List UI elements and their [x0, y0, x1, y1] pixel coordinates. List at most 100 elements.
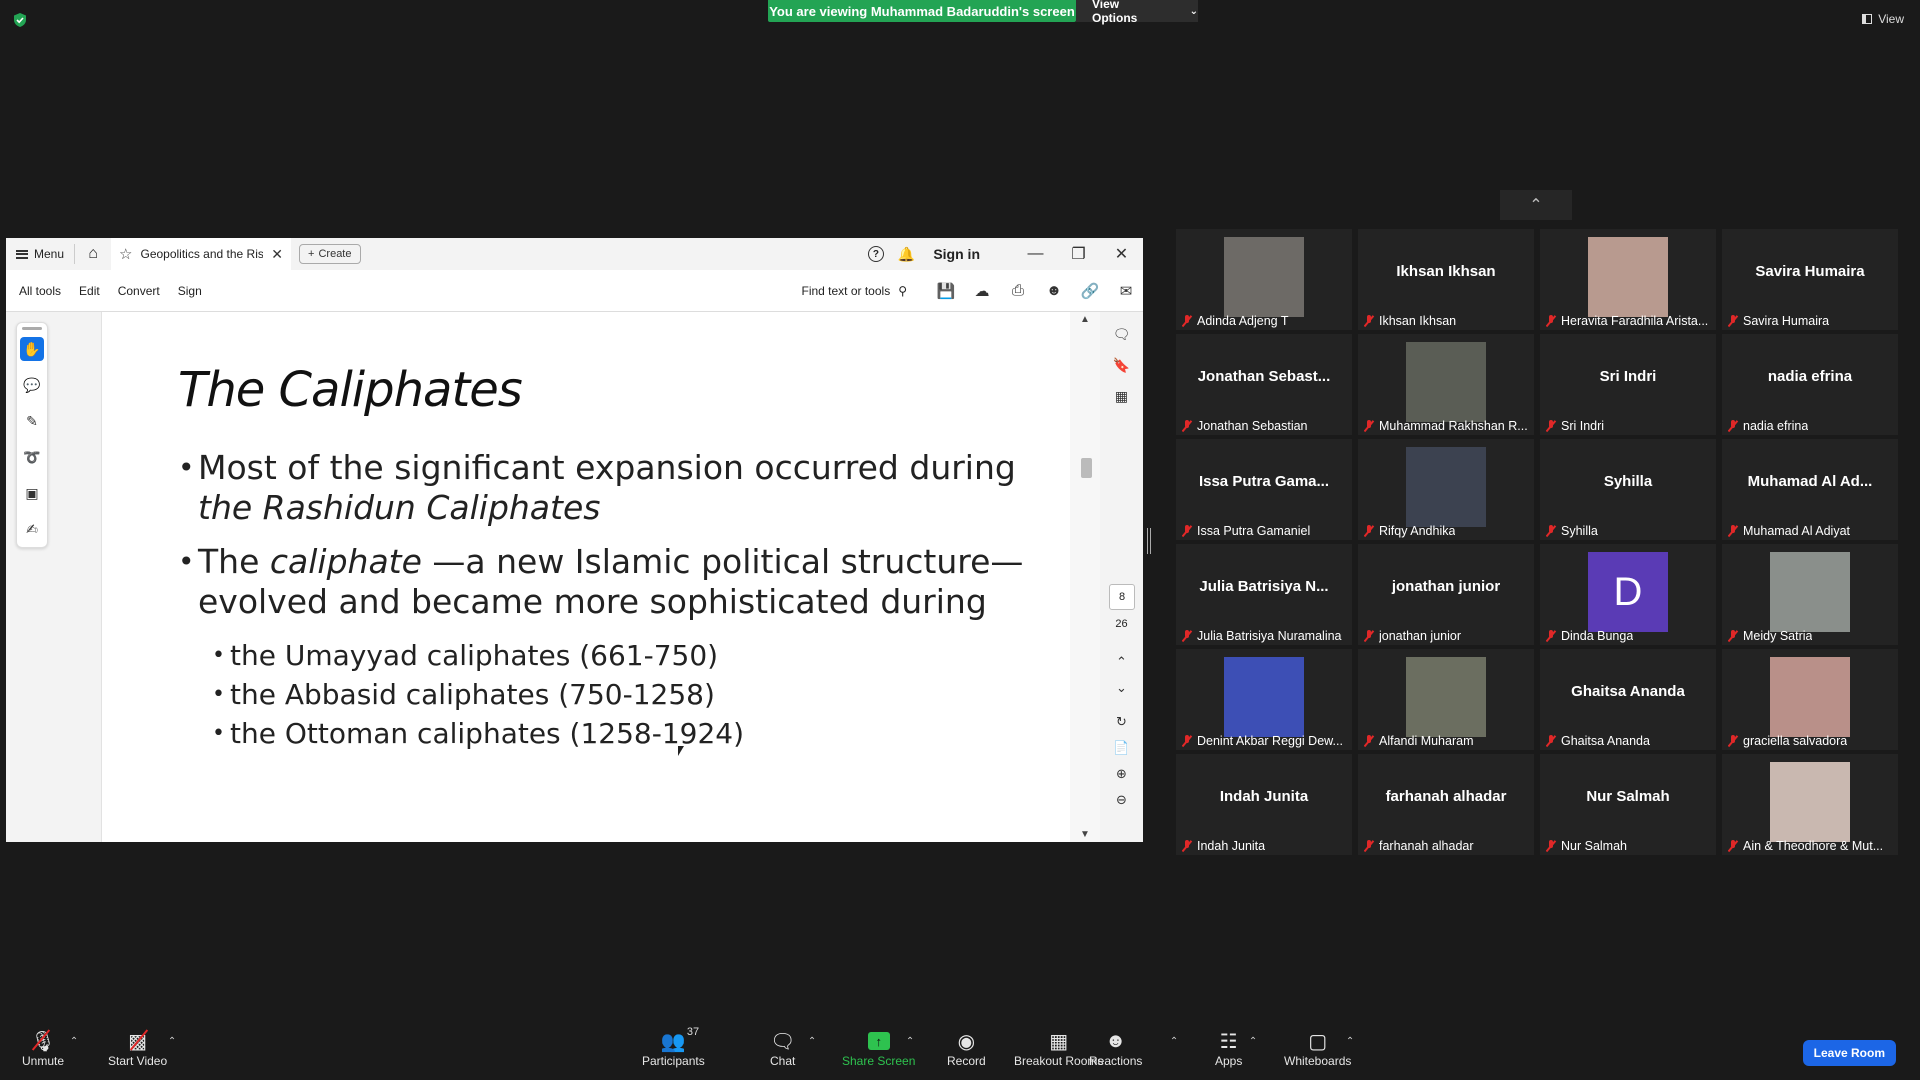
gallery-collapse-button[interactable]: ⌃: [1500, 190, 1572, 220]
apps-label: Apps: [1215, 1054, 1243, 1068]
find-tools-search[interactable]: Find text or tools ⚲: [801, 284, 907, 298]
next-page-icon[interactable]: ⌄: [1116, 680, 1127, 696]
participant-name: Muhammad Rakhshan R...: [1379, 419, 1528, 433]
acrobat-titlebar: Menu ⌂ ☆ Geopolitics and the Ris... ✕ + …: [6, 238, 1143, 270]
share-screen-label: Share Screen: [842, 1054, 916, 1068]
view-options-button[interactable]: View Options ⌄: [1076, 0, 1198, 25]
current-page-input[interactable]: 8: [1109, 584, 1135, 610]
thumbnails-grid-icon[interactable]: ▦: [1115, 388, 1128, 405]
view-label: View: [1878, 12, 1904, 26]
close-window-icon[interactable]: ✕: [1100, 244, 1143, 264]
participant-tile[interactable]: Nur Salmah Nur Salmah: [1540, 754, 1716, 855]
drag-handle[interactable]: [22, 327, 42, 330]
convert-menu[interactable]: Convert: [118, 284, 160, 298]
sign-in-button[interactable]: Sign in: [933, 246, 980, 262]
participant-tile[interactable]: Indah Junita Indah Junita: [1176, 754, 1352, 855]
participant-tile[interactable]: Jonathan Sebast... Jonathan Sebastian: [1176, 334, 1352, 435]
participant-tile[interactable]: Ikhsan Ikhsan Ikhsan Ikhsan: [1358, 229, 1534, 330]
unmute-button[interactable]: 🎙 Unmute: [22, 1028, 64, 1069]
video-off-icon: ▩: [128, 1028, 147, 1054]
share-screen-button[interactable]: ↑ Share Screen: [842, 1028, 915, 1068]
start-video-button[interactable]: ▩ Start Video: [108, 1028, 167, 1069]
lasso-draw-icon[interactable]: ➰: [20, 445, 44, 469]
participant-tile[interactable]: Rifqy Andhika: [1358, 439, 1534, 540]
participant-display-name: Ghaitsa Ananda: [1571, 683, 1685, 700]
share-person-icon[interactable]: ☻: [1045, 282, 1063, 300]
zoom-out-icon[interactable]: ⊖: [1116, 792, 1127, 808]
all-tools-menu[interactable]: All tools: [19, 284, 61, 298]
muted-mic-icon: [1182, 630, 1192, 642]
minimize-icon[interactable]: —: [1014, 245, 1057, 263]
participant-tile[interactable]: D Dinda Bunga: [1540, 544, 1716, 645]
add-comment-icon[interactable]: 💬: [20, 373, 44, 397]
participant-tile[interactable]: Savira Humaira Savira Humaira: [1722, 229, 1898, 330]
menu-button[interactable]: Menu: [6, 238, 74, 270]
participant-tile[interactable]: Julia Batrisiya N... Julia Batrisiya Nura…: [1176, 544, 1352, 645]
pdf-page[interactable]: The Caliphates Most of the significant e…: [102, 312, 1070, 842]
chat-button[interactable]: 🗨 Chat: [770, 1028, 796, 1069]
bookmark-icon[interactable]: 🔖: [1113, 357, 1130, 374]
vertical-scrollbar[interactable]: ▲ ▼: [1070, 312, 1100, 842]
page-document-icon[interactable]: 📄: [1113, 740, 1129, 756]
participant-tile[interactable]: farhanah alhadar farhanah alhadar: [1358, 754, 1534, 855]
comments-icon[interactable]: 🗨: [1113, 326, 1131, 343]
help-icon[interactable]: ?: [867, 246, 884, 262]
search-icon: ⚲: [898, 283, 907, 298]
muted-mic-icon: [1728, 630, 1738, 642]
hand-tool-icon[interactable]: ✋: [20, 337, 44, 361]
participant-tile[interactable]: Alfandi Muharam: [1358, 649, 1534, 750]
participant-name-label: Ain & Theodhore & Mut...: [1728, 839, 1894, 853]
email-icon[interactable]: ✉: [1117, 282, 1135, 300]
apps-button[interactable]: ☷ Apps: [1215, 1028, 1243, 1069]
save-icon[interactable]: 💾: [937, 282, 956, 300]
fill-sign-icon[interactable]: ✍: [20, 517, 44, 541]
cloud-upload-icon[interactable]: ☁: [973, 282, 991, 300]
participant-tile[interactable]: Adinda Adjeng T: [1176, 229, 1352, 330]
participant-tile[interactable]: Syhilla Syhilla: [1540, 439, 1716, 540]
record-button[interactable]: ◉ Record: [947, 1028, 986, 1069]
participant-display-name: jonathan junior: [1391, 578, 1501, 595]
previous-page-icon[interactable]: ⌃: [1116, 654, 1127, 670]
participant-tile[interactable]: jonathan junior jonathan junior: [1358, 544, 1534, 645]
highlight-pen-icon[interactable]: ✎: [20, 409, 44, 433]
scroll-down-icon[interactable]: ▼: [1080, 829, 1090, 840]
panel-splitter-handle[interactable]: [1147, 528, 1151, 554]
scroll-up-icon[interactable]: ▲: [1080, 314, 1090, 325]
text-select-icon[interactable]: ▣: [20, 481, 44, 505]
refresh-icon[interactable]: ↻: [1116, 714, 1127, 730]
participant-display-name: Issa Putra Gama...: [1198, 473, 1330, 490]
participant-tile[interactable]: Ain & Theodhore & Mut...: [1722, 754, 1898, 855]
participant-tile[interactable]: graciella salvadora: [1722, 649, 1898, 750]
edit-menu[interactable]: Edit: [79, 284, 100, 298]
participant-tile[interactable]: Meidy Satria: [1722, 544, 1898, 645]
print-icon[interactable]: ⎙: [1009, 282, 1027, 300]
whiteboards-button[interactable]: ▢ Whiteboards: [1284, 1028, 1351, 1069]
participant-tile[interactable]: Muhammad Rakhshan R...: [1358, 334, 1534, 435]
reactions-button[interactable]: ☻ Reactions: [1089, 1028, 1142, 1069]
participant-tile[interactable]: Muhamad Al Ad... Muhamad Al Adiyat: [1722, 439, 1898, 540]
muted-mic-icon: [1364, 525, 1374, 537]
participants-button[interactable]: 👥 37 Participants: [642, 1026, 705, 1068]
scroll-thumb[interactable]: [1081, 458, 1092, 478]
participant-tile[interactable]: nadia efrina nadia efrina: [1722, 334, 1898, 435]
participant-name: Adinda Adjeng T: [1197, 314, 1289, 328]
participant-tile[interactable]: Denint Akbar Reggi Dew...: [1176, 649, 1352, 750]
leave-room-button[interactable]: Leave Room: [1802, 1040, 1896, 1066]
document-tab[interactable]: ☆ Geopolitics and the Ris... ✕: [111, 238, 292, 270]
participant-tile[interactable]: Sri Indri Sri Indri: [1540, 334, 1716, 435]
participant-tile[interactable]: Issa Putra Gama... Issa Putra Gamaniel: [1176, 439, 1352, 540]
home-icon[interactable]: ⌂: [75, 245, 111, 263]
encryption-shield-icon[interactable]: [12, 12, 28, 28]
sign-menu[interactable]: Sign: [178, 284, 202, 298]
create-button[interactable]: + Create: [299, 244, 361, 264]
bell-icon[interactable]: 🔔: [898, 246, 915, 263]
close-tab-icon[interactable]: ✕: [271, 246, 283, 263]
restore-icon[interactable]: ❐: [1057, 244, 1100, 264]
participant-tile[interactable]: Heravita Faradhila Arista...: [1540, 229, 1716, 330]
link-icon[interactable]: 🔗: [1081, 282, 1100, 300]
star-icon[interactable]: ☆: [119, 245, 132, 263]
participant-tile[interactable]: Ghaitsa Ananda Ghaitsa Ananda: [1540, 649, 1716, 750]
chat-label: Chat: [770, 1054, 796, 1068]
zoom-in-icon[interactable]: ⊕: [1116, 766, 1127, 782]
view-button[interactable]: View: [1862, 12, 1904, 26]
